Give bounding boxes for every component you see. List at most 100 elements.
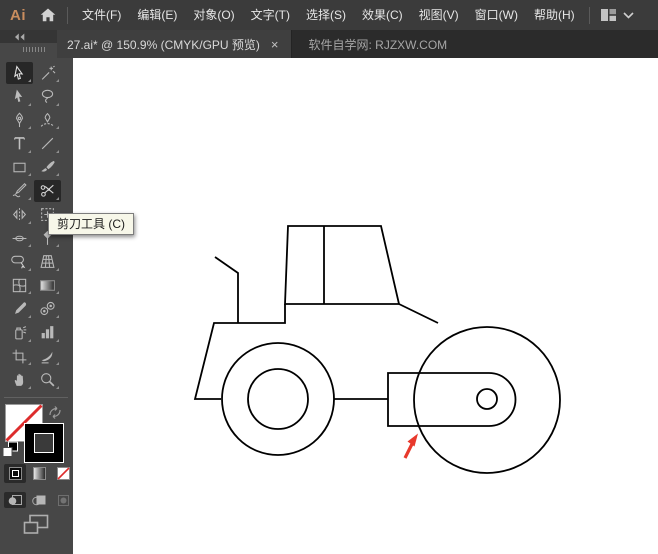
change-screen-mode-button[interactable] [23, 514, 49, 535]
gradient-swatch-icon [32, 467, 46, 480]
magic-wand-icon [41, 65, 56, 80]
rectangle-icon [13, 162, 26, 173]
body-outline[interactable] [193, 304, 286, 400]
app-logo: Ai [10, 6, 26, 24]
selection-arrow-icon [14, 64, 24, 80]
reflect-icon [12, 208, 27, 221]
slice-tool[interactable] [34, 345, 61, 367]
menubar-right [583, 6, 658, 24]
color-button[interactable] [4, 464, 26, 483]
shape-builder-icon [11, 256, 26, 269]
gradient-icon [40, 280, 55, 291]
close-tab-icon[interactable]: × [269, 37, 281, 52]
hand-icon [14, 374, 24, 387]
magic-wand-tool[interactable] [34, 62, 61, 84]
exhaust-pipe[interactable] [214, 256, 239, 323]
menu-item-select[interactable]: 选择(S) [298, 0, 354, 30]
tools-panel-header [0, 30, 57, 58]
pen-tool[interactable] [6, 109, 33, 131]
perspective-grid-tool[interactable] [34, 251, 61, 273]
tools-panel [0, 58, 73, 554]
bar-chart-icon [41, 326, 54, 339]
panel-drag-grip[interactable] [23, 47, 45, 52]
curvature-icon [40, 112, 55, 127]
illustrator-window: Ai 文件(F) 编辑(E) 对象(O) 文字(T) 选择(S) 效果(C) 视… [0, 0, 658, 554]
rectangle-tool[interactable] [6, 156, 33, 178]
magnifier-icon [41, 373, 55, 387]
shape-builder-tool[interactable] [6, 251, 33, 273]
menubar-separator [67, 6, 68, 24]
type-icon [14, 137, 25, 150]
blend-tool[interactable] [34, 298, 61, 320]
default-fill-stroke-icon[interactable] [2, 441, 19, 458]
tool-tooltip: 剪刀工具 (C) [48, 213, 134, 235]
document-tab-title: 27.ai* @ 150.9% (CMYK/GPU 预览) [67, 37, 260, 52]
draw-behind-button[interactable] [28, 492, 50, 508]
menubar: Ai 文件(F) 编辑(E) 对象(O) 文字(T) 选择(S) 效果(C) 视… [0, 0, 658, 30]
none-swatch-icon [56, 467, 70, 480]
artboard-tool[interactable] [6, 345, 33, 367]
mesh-tool[interactable] [6, 274, 33, 296]
menu-item-effect[interactable]: 效果(C) [354, 0, 411, 30]
draw-normal-icon [8, 494, 22, 505]
annotation-arrow [403, 433, 418, 459]
lasso-icon [41, 89, 54, 104]
stroke-color-swatch[interactable] [24, 423, 64, 463]
shaper-icon [12, 183, 27, 198]
chevron-down-icon[interactable] [623, 11, 634, 19]
workspace-switcher-icon[interactable] [600, 8, 617, 22]
gradient-tool[interactable] [34, 274, 61, 296]
gradient-button[interactable] [28, 464, 50, 483]
spray-can-icon [15, 326, 27, 340]
menu-item-edit[interactable]: 编辑(E) [129, 0, 185, 30]
hand-tool[interactable] [6, 369, 33, 391]
curvature-tool[interactable] [34, 109, 61, 131]
direct-selection-tool[interactable] [6, 86, 33, 108]
menu-item-file[interactable]: 文件(F) [74, 0, 129, 30]
shaper-tool[interactable] [6, 180, 33, 202]
artboard-icon [12, 349, 27, 364]
width-tool[interactable] [6, 227, 33, 249]
menu-item-help[interactable]: 帮助(H) [526, 0, 583, 30]
knife-icon [41, 351, 53, 364]
mesh-icon [12, 278, 27, 293]
selection-tool[interactable] [6, 62, 33, 84]
type-tool[interactable] [6, 133, 33, 155]
lasso-tool[interactable] [34, 86, 61, 108]
draw-behind-icon [32, 495, 46, 505]
paintbrush-tool[interactable] [34, 156, 61, 178]
home-button[interactable] [35, 0, 61, 30]
collapse-panel-icon[interactable] [14, 33, 25, 41]
artwork-road-roller [193, 225, 561, 474]
none-button[interactable] [52, 464, 74, 483]
rear-wheel-outer[interactable] [221, 342, 335, 456]
front-roller[interactable] [413, 326, 561, 474]
menu-item-window[interactable]: 窗口(W) [467, 0, 526, 30]
document-tab[interactable]: 27.ai* @ 150.9% (CMYK/GPU 预览) × [57, 30, 292, 58]
workspace-separator [589, 6, 590, 24]
document-canvas[interactable] [73, 58, 658, 554]
reflect-tool[interactable] [6, 204, 33, 226]
draw-normal-button[interactable] [4, 492, 26, 508]
blend-icon [40, 302, 55, 316]
tabbar-promo-text: 软件自学网: RJZXW.COM [308, 37, 448, 52]
symbol-sprayer-tool[interactable] [6, 322, 33, 344]
width-tool-icon [12, 235, 27, 241]
line-segment-tool[interactable] [34, 133, 61, 155]
perspective-grid-icon [40, 255, 55, 269]
menu-item-view[interactable]: 视图(V) [411, 0, 467, 30]
menu-item-object[interactable]: 对象(O) [185, 0, 242, 30]
roller-hub[interactable] [476, 388, 498, 410]
swap-fill-stroke-icon[interactable] [47, 405, 63, 420]
cab-shape[interactable] [284, 225, 401, 305]
eyedropper-icon [15, 302, 27, 315]
handle-line[interactable] [398, 303, 439, 324]
scissors-tool[interactable] [34, 179, 61, 202]
rear-wheel-inner[interactable] [247, 368, 309, 430]
menu-item-type[interactable]: 文字(T) [243, 0, 298, 30]
eyedropper-tool[interactable] [6, 298, 33, 320]
zoom-tool[interactable] [34, 369, 61, 391]
draw-inside-icon [58, 494, 69, 506]
draw-inside-button[interactable] [52, 492, 74, 508]
column-graph-tool[interactable] [34, 322, 61, 344]
